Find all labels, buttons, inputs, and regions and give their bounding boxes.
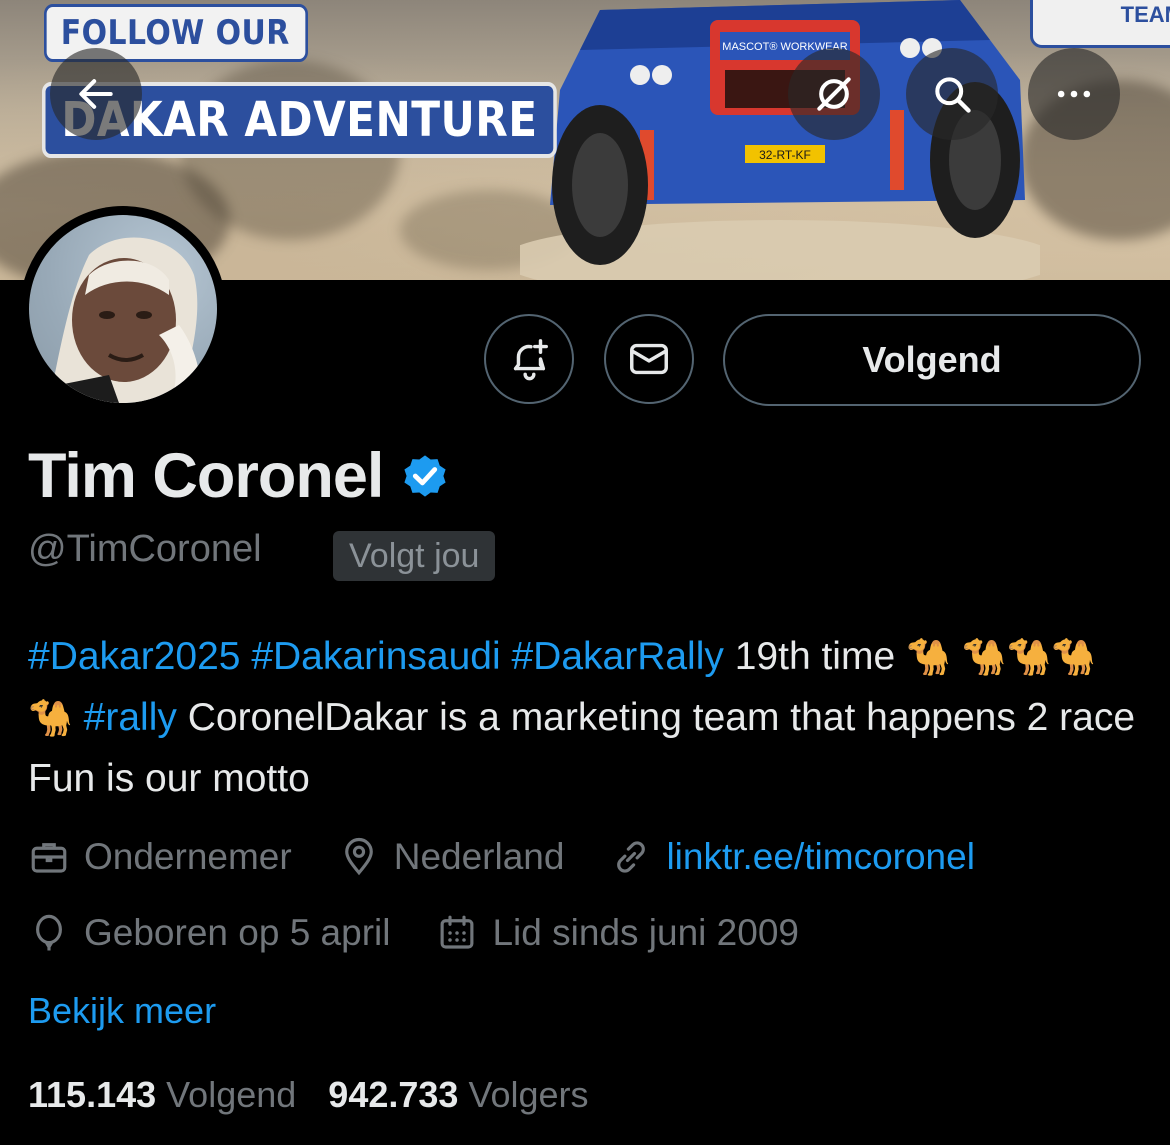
followers-stat[interactable]: 942.733 Volgers <box>328 1074 588 1116</box>
profile-bio: #Dakar2025 #Dakarinsaudi #DakarRally 19t… <box>28 626 1138 809</box>
following-count: 115.143 <box>28 1074 157 1115</box>
location-pin-icon <box>344 837 373 876</box>
hashtag-link[interactable]: #DakarRally <box>511 635 723 678</box>
birthday-item: Geboren op 5 april <box>28 912 390 954</box>
search-button[interactable] <box>906 48 998 140</box>
see-more-link[interactable]: Bekijk meer <box>28 990 216 1032</box>
bell-plus-icon <box>513 339 548 381</box>
display-name-text: Tim Coronel <box>28 441 384 511</box>
following-button[interactable]: Volgend <box>723 314 1141 406</box>
search-icon <box>935 77 971 113</box>
display-name: Tim Coronel <box>28 440 451 512</box>
follows-you-badge: Volgt jou <box>333 531 496 581</box>
location-text: Nederland <box>393 836 565 877</box>
profile-meta-row-1: Ondernemer Nederland linktr.ee/timcorone… <box>28 836 1021 878</box>
camel-emoji: 🐪 <box>906 636 951 677</box>
profile-avatar[interactable] <box>20 206 226 412</box>
briefcase-icon <box>31 843 67 873</box>
following-label: Volgend <box>166 1074 297 1115</box>
bio-text: 19th time <box>734 635 896 678</box>
following-stat[interactable]: 115.143 Volgend <box>28 1074 296 1116</box>
team-tag: TEAM <box>1030 0 1170 48</box>
message-button[interactable] <box>604 314 694 404</box>
back-button[interactable] <box>50 48 142 140</box>
envelope-icon <box>630 343 668 375</box>
profession-text: Ondernemer <box>84 836 292 877</box>
grok-button[interactable] <box>788 48 880 140</box>
hashtag-link[interactable]: #Dakarinsaudi <box>251 635 500 678</box>
more-button[interactable] <box>1028 48 1120 140</box>
more-horizontal-icon <box>1057 90 1091 98</box>
arrow-left-icon <box>79 79 113 109</box>
notify-button[interactable] <box>484 314 574 404</box>
bio-text: CoronelDakar is a marketing team that ha… <box>28 696 1136 800</box>
joined-item: Lid sinds juni 2009 <box>436 912 799 954</box>
website-item[interactable]: linktr.ee/timcoronel <box>610 836 975 878</box>
user-handle: @TimCoronel <box>28 528 262 570</box>
avatar-image <box>29 215 217 403</box>
location-item: Nederland <box>338 836 565 878</box>
website-link[interactable]: linktr.ee/timcoronel <box>666 836 974 878</box>
birthday-text: Geboren op 5 april <box>84 912 391 953</box>
profession-item: Ondernemer <box>28 836 292 878</box>
grok-slash-icon <box>817 77 851 111</box>
followers-label: Volgers <box>468 1074 589 1115</box>
hashtag-link[interactable]: #Dakar2025 <box>28 635 240 678</box>
rally-car-image: MASCOT® WORKWEAR 32-RT-KF <box>520 0 1040 280</box>
joined-text: Lid sinds juni 2009 <box>492 912 799 953</box>
profile-meta-row-2: Geboren op 5 april Lid sinds juni 2009 <box>28 912 845 954</box>
verified-badge-icon[interactable] <box>399 450 451 502</box>
hashtag-link[interactable]: #rally <box>84 696 177 739</box>
license-plate: 32-RT-KF <box>759 148 811 162</box>
follow-stats: 115.143 Volgend 942.733 Volgers <box>28 1074 589 1116</box>
calendar-icon <box>441 915 474 949</box>
followers-count: 942.733 <box>328 1074 459 1115</box>
balloon-icon <box>36 914 62 951</box>
link-icon <box>617 841 646 873</box>
